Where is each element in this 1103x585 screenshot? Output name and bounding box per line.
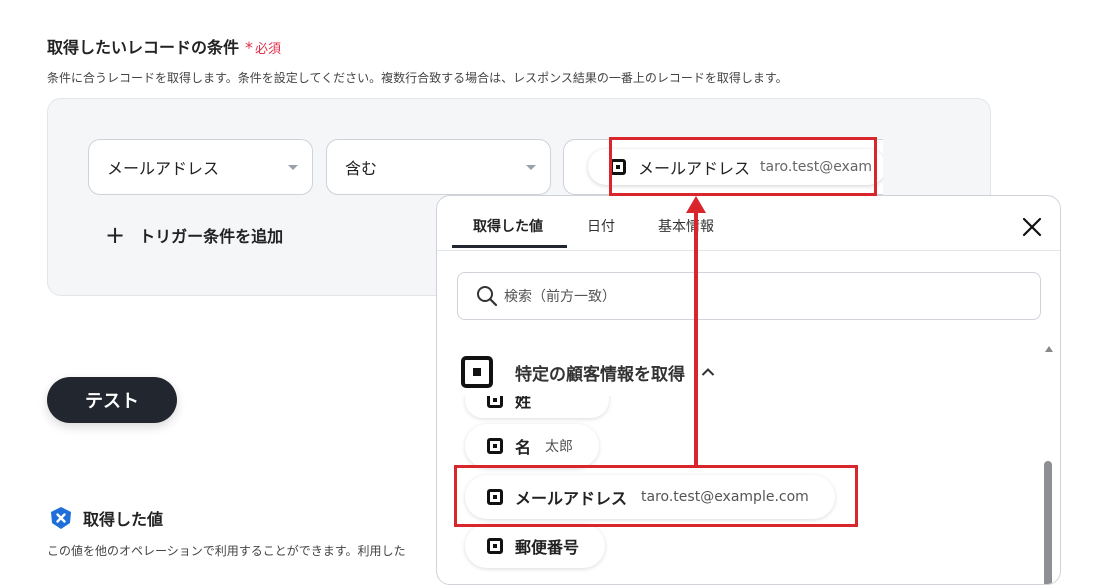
- operator-select[interactable]: 含む: [326, 139, 551, 195]
- list-item[interactable]: 郵便番号: [465, 524, 606, 568]
- section-title: 取得したいレコードの条件 * 必須: [47, 38, 282, 57]
- tabs-divider: [437, 250, 1060, 251]
- list-item[interactable]: 名 太郎: [465, 424, 600, 468]
- group-header[interactable]: 特定の顧客情報を取得: [461, 356, 715, 388]
- item-label: 郵便番号: [515, 538, 580, 557]
- group-title: 特定の顧客情報を取得: [515, 364, 685, 385]
- tab-date[interactable]: 日付: [587, 216, 615, 236]
- section-description: 条件に合うレコードを取得します。条件を設定してください。複数行合致する場合は、レ…: [47, 71, 788, 85]
- item-label: 名: [515, 438, 532, 457]
- annotation-arrow-line: [694, 211, 698, 467]
- scrollbar-thumb[interactable]: [1044, 461, 1052, 584]
- annotation-arrow-head: [686, 196, 706, 213]
- plus-icon: +: [105, 221, 126, 249]
- chevron-down-icon: [288, 165, 298, 170]
- highlight-box-email-item: [454, 465, 858, 527]
- square-app-icon: [487, 396, 503, 408]
- scroll-up-arrow[interactable]: [1045, 346, 1053, 352]
- tab-basic-info[interactable]: 基本情報: [658, 216, 714, 236]
- square-app-icon: [461, 356, 493, 388]
- highlight-box-value-chip: [609, 137, 877, 196]
- active-tab-indicator: [452, 245, 567, 248]
- square-app-icon: [487, 438, 503, 454]
- acquired-values-title: 取得した値: [49, 506, 163, 530]
- required-badge: * 必須: [245, 38, 282, 57]
- chevron-up-icon: [701, 368, 715, 376]
- search-placeholder: 検索（前方一致）: [504, 289, 616, 305]
- operator-select-value: 含む: [345, 159, 378, 178]
- tab-acquired[interactable]: 取得した値: [473, 216, 543, 236]
- search-icon: [477, 286, 498, 307]
- add-trigger-label: トリガー条件を追加: [139, 227, 284, 246]
- test-button[interactable]: テスト: [47, 377, 177, 423]
- add-trigger-button[interactable]: + トリガー条件を追加: [105, 223, 283, 247]
- acquired-values-description: この値を他のオペレーションで利用することができます。利用した: [47, 544, 406, 558]
- shield-x-icon: [51, 507, 71, 529]
- search-input[interactable]: 検索（前方一致）: [457, 272, 1041, 320]
- field-select-value: メールアドレス: [107, 159, 220, 178]
- item-label: 姓: [515, 392, 532, 411]
- item-value: 太郎: [545, 439, 574, 455]
- field-select[interactable]: メールアドレス: [88, 139, 313, 195]
- chevron-down-icon: [526, 165, 536, 170]
- square-app-icon: [487, 538, 503, 554]
- close-icon[interactable]: [1021, 216, 1043, 238]
